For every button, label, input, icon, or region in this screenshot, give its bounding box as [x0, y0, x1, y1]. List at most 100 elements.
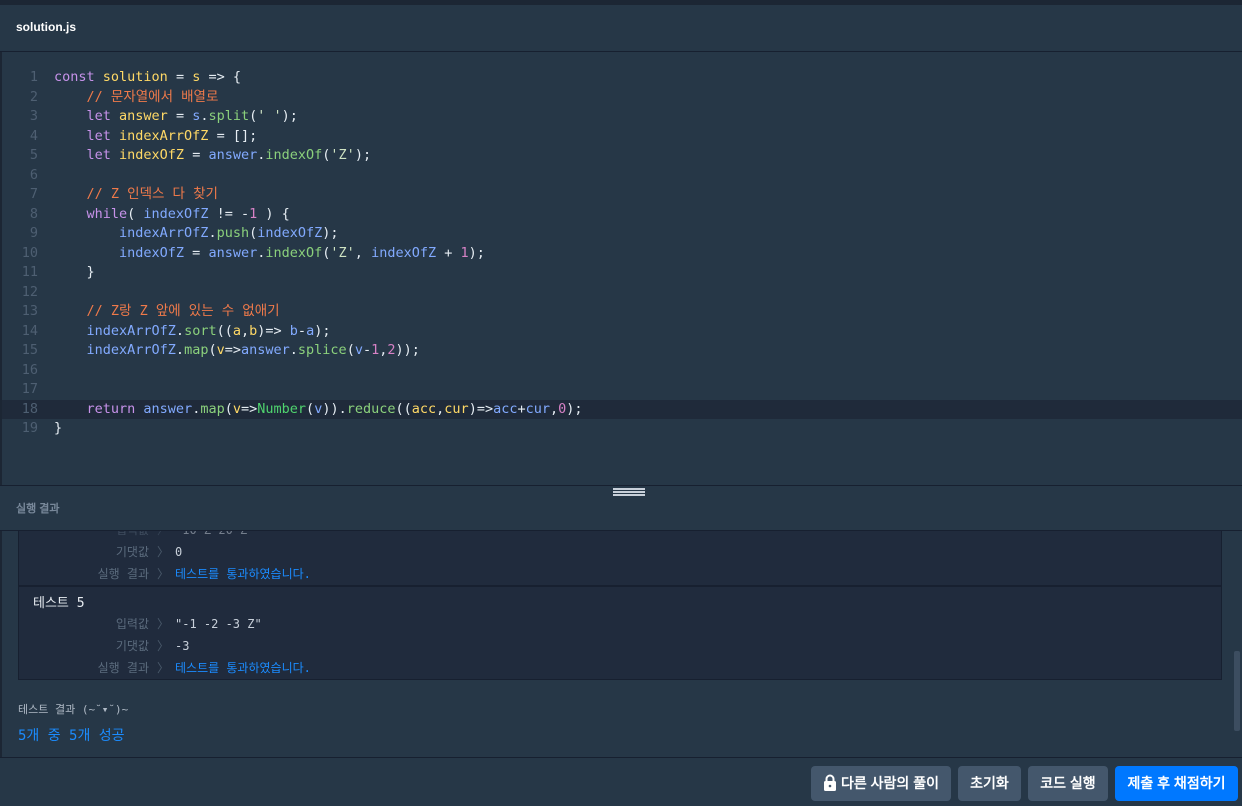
code-token: answer	[241, 342, 290, 358]
line-text: while( indexOfZ != -1 ) {	[54, 205, 290, 225]
resize-handle-icon[interactable]	[613, 488, 645, 496]
line-number: 9	[29, 225, 38, 241]
code-token: );	[322, 225, 339, 241]
code-token: .	[289, 342, 298, 358]
submit-button[interactable]: 제출 후 채점하기	[1115, 766, 1238, 801]
code-token: sort	[184, 322, 217, 339]
code-line[interactable]: 2 // 문자열에서 배열로	[2, 88, 1242, 108]
separator: 〉	[157, 531, 169, 540]
code-token: splice	[297, 342, 347, 358]
code-token: indexOfZ	[257, 225, 323, 241]
code-token: )=>	[257, 322, 290, 339]
code-token: (	[249, 225, 258, 241]
code-token: .	[208, 225, 217, 241]
summary-text: 5개 중 5개 성공	[18, 728, 125, 744]
code-line[interactable]: 19}	[2, 419, 1242, 439]
input-label: 입력값	[115, 617, 149, 631]
line-number: 4	[29, 127, 38, 144]
line-number: 14	[21, 322, 38, 339]
separator: 〉	[157, 639, 170, 653]
line-text: const solution = s => {	[54, 68, 241, 88]
expected-label: 기댓값	[115, 545, 149, 559]
code-token: =	[167, 69, 193, 85]
code-token: indexArrOfZ	[54, 225, 209, 241]
code-token: indexOfZ	[371, 244, 437, 261]
result-label: 실행 결과	[97, 567, 149, 581]
code-token: );	[281, 108, 298, 124]
code-token: answer	[143, 400, 193, 417]
code-token: indexArrOfZ	[54, 342, 176, 358]
result-value: 테스트를 통과하였습니다.	[175, 661, 311, 675]
line-text: // Z 인덱스 다 찾기	[54, 185, 218, 205]
other-solutions-label: 다른 사람의 풀이	[841, 775, 939, 791]
code-token: );	[566, 400, 583, 417]
line-text: }	[54, 263, 95, 283]
code-token: -	[240, 205, 250, 222]
code-token: -	[362, 342, 372, 358]
code-token: (	[346, 342, 355, 358]
code-editor[interactable]: 1 const solution = s => {2 // 문자열에서 배열로 3 …	[0, 52, 1242, 485]
run-code-button[interactable]: 코드 실행	[1028, 766, 1108, 801]
test-case-5: 테스트 5 입력값 〉 "-1 -2 -3 Z" 기댓값 〉 -3 실행 결과 〉 테스트를…	[18, 586, 1222, 680]
line-text: let answer = s.split(' ');	[54, 107, 298, 127]
input-value: "10 Z 20 Z"	[175, 531, 254, 540]
code-line[interactable]: 13 // Z랑 Z 앞에 있는 수 없애기	[2, 302, 1242, 322]
code-token: cur	[444, 400, 469, 417]
code-line[interactable]: 18 return answer.map(v=>Number(v)).reduc…	[2, 399, 1242, 419]
code-line[interactable]: 8 while( indexOfZ != -1 ) {	[2, 205, 1242, 225]
code-token: indexOf	[265, 244, 323, 261]
code-token: .	[175, 322, 185, 339]
code-line[interactable]: 17	[2, 380, 1242, 400]
reset-button[interactable]: 초기화	[958, 766, 1021, 801]
code-token: a	[232, 322, 241, 339]
code-token: ,	[240, 322, 250, 339]
code-line[interactable]: 14 indexArrOfZ.sort((a,b)=> b-a);	[2, 322, 1242, 342]
result-label: 실행 결과	[97, 661, 149, 675]
code-line[interactable]: 5 let indexOfZ = answer.indexOf('Z');	[2, 146, 1242, 166]
code-line[interactable]: 3 let answer = s.split(' ');	[2, 107, 1242, 127]
code-token: b	[289, 322, 298, 339]
code-line[interactable]: 9 indexArrOfZ.push(indexOfZ);	[2, 224, 1242, 244]
expected-row: 기댓값 〉 0	[19, 542, 1221, 562]
code-token: answer	[208, 147, 258, 163]
code-line[interactable]: 16	[2, 361, 1242, 381]
code-token: v	[354, 342, 363, 358]
code-token: const	[54, 69, 103, 85]
code-line[interactable]: 15 indexArrOfZ.map(v=>answer.splice(v-1,…	[2, 341, 1242, 361]
input-row: 입력값 〉 "-1 -2 -3 Z"	[19, 614, 1221, 634]
code-token: =	[184, 244, 209, 261]
code-token: acc	[493, 400, 518, 417]
test-case-4: 입력값 〉 "10 Z 20 Z" 기댓값 〉 0 실행 결과 〉 테스트를 통과하였습니다…	[18, 531, 1222, 586]
results-panel[interactable]: 입력값 〉 "10 Z 20 Z" 기댓값 〉 0 실행 결과 〉 테스트를 통과하였습니다…	[0, 531, 1242, 757]
separator: 〉	[157, 567, 170, 581]
file-tab[interactable]: solution.js	[16, 20, 76, 34]
code-lines[interactable]: 1 const solution = s => {2 // 문자열에서 배열로 3 …	[2, 68, 1242, 439]
code-line[interactable]: 1 const solution = s => {	[2, 68, 1242, 88]
editor-header: solution.js	[0, 0, 1242, 52]
code-line[interactable]: 4 let indexArrOfZ = [];	[2, 127, 1242, 147]
separator: 〉	[157, 617, 170, 631]
line-number: 10	[21, 244, 38, 261]
input-label: 입력값	[19, 531, 149, 540]
code-token: indexArrOfZ	[119, 127, 209, 144]
separator: 〉	[157, 661, 170, 675]
code-token: +	[517, 400, 526, 417]
code-line[interactable]: 7 // Z 인덱스 다 찾기	[2, 185, 1242, 205]
line-number: 19	[21, 420, 38, 436]
code-line[interactable]: 11 }	[2, 263, 1242, 283]
code-line[interactable]: 10 indexOfZ = answer.indexOf('Z', indexO…	[2, 244, 1242, 264]
results-header: 실행 결과	[0, 485, 1242, 531]
code-line[interactable]: 12	[2, 283, 1242, 303]
code-token: 2	[387, 342, 396, 358]
line-number: 13	[21, 303, 38, 319]
result-value: 테스트를 통과하였습니다.	[175, 567, 311, 581]
code-line[interactable]: 6	[2, 166, 1242, 186]
code-token: ) {	[257, 205, 290, 222]
code-token: );	[314, 322, 331, 339]
code-token: )).	[322, 400, 347, 417]
line-text: // Z랑 Z 앞에 있는 수 없애기	[54, 302, 280, 322]
code-token: =>	[241, 400, 258, 417]
scrollbar[interactable]	[1234, 651, 1240, 731]
code-token: 1	[460, 244, 469, 261]
other-solutions-button[interactable]: 다른 사람의 풀이	[811, 766, 951, 801]
